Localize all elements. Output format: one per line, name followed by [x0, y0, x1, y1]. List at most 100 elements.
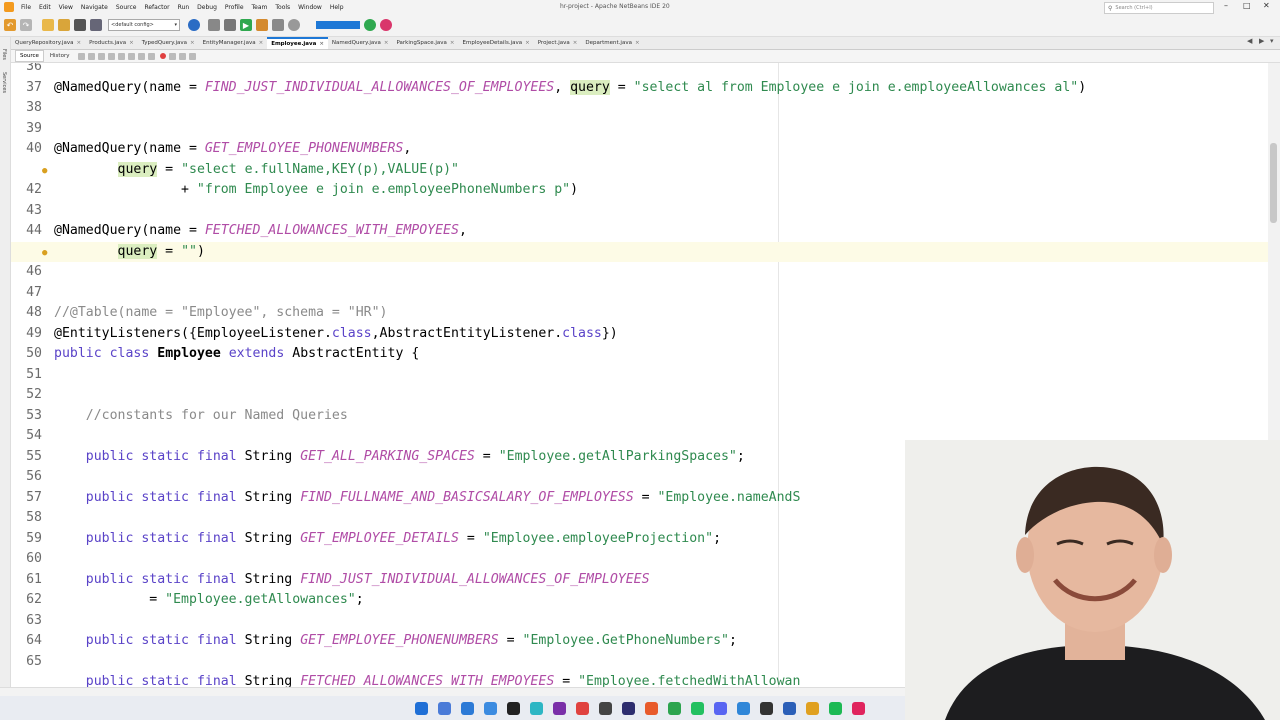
minimize-icon[interactable]: – — [1224, 1, 1228, 10]
last-edit-icon[interactable] — [78, 52, 86, 60]
back-icon[interactable] — [88, 52, 96, 60]
toggle-highlight-icon[interactable] — [128, 52, 136, 60]
code-line[interactable]: 44 @NamedQuery(name = FETCHED_ALLOWANCES_… — [11, 221, 1268, 242]
code-line[interactable]: 46 — [11, 262, 1268, 283]
close-icon[interactable]: × — [129, 40, 134, 46]
shift-left-icon[interactable] — [138, 52, 146, 60]
tab-query-repository[interactable]: QueryRepository.java × — [11, 37, 85, 49]
find-next-icon[interactable] — [118, 52, 126, 60]
intellij-icon[interactable] — [553, 701, 566, 715]
vscode-icon[interactable] — [737, 701, 750, 715]
code-line[interactable]: 40 @NamedQuery(name = GET_EMPLOYEE_PHONEN… — [11, 139, 1268, 160]
memory-bar[interactable] — [316, 21, 360, 29]
vlc-icon[interactable] — [806, 701, 819, 715]
profile-icon[interactable] — [272, 19, 284, 31]
config-select[interactable]: <default config> ▾ — [108, 19, 180, 31]
copilot-icon[interactable] — [438, 701, 451, 715]
code-line[interactable]: 53 //constants for our Named Queries — [11, 406, 1268, 427]
clean-build-icon[interactable] — [224, 19, 236, 31]
menu-navigate[interactable]: Navigate — [77, 4, 112, 11]
source-tab[interactable]: Source — [15, 50, 44, 62]
close-icon[interactable]: × — [190, 40, 195, 46]
tab-named-query[interactable]: NamedQuery.java × — [328, 37, 393, 49]
app-icon[interactable] — [760, 701, 773, 715]
menu-source[interactable]: Source — [112, 4, 141, 11]
obs-icon[interactable] — [622, 701, 635, 715]
uncomment-icon[interactable] — [189, 52, 197, 60]
close-icon[interactable]: × — [573, 40, 578, 46]
undo-icon[interactable]: ↶ — [4, 19, 16, 31]
start-icon[interactable] — [415, 701, 428, 715]
code-line[interactable]: 39 — [11, 119, 1268, 140]
find-previous-icon[interactable] — [108, 52, 116, 60]
close-icon[interactable]: × — [450, 40, 455, 46]
code-line[interactable]: 38 — [11, 98, 1268, 119]
stop-macro-icon[interactable] — [169, 52, 177, 60]
tab-typed-query[interactable]: TypedQuery.java × — [138, 37, 199, 49]
code-line[interactable]: 37 @NamedQuery(name = FIND_JUST_INDIVIDUA… — [11, 78, 1268, 99]
tab-scroll-right-icon[interactable]: ▶ — [1259, 37, 1264, 45]
redo-icon[interactable]: ↷ — [20, 19, 32, 31]
menu-debug[interactable]: Debug — [193, 4, 221, 11]
files-panel-tab[interactable]: Files — [1, 49, 7, 60]
code-line[interactable]: 43 — [11, 201, 1268, 222]
debug-icon[interactable] — [256, 19, 268, 31]
app-icon[interactable] — [783, 701, 796, 715]
menu-edit[interactable]: Edit — [35, 4, 55, 11]
code-line[interactable]: 42 + "from Employee e join e.employeePho… — [11, 180, 1268, 201]
spotify-icon[interactable] — [829, 701, 842, 715]
save-icon[interactable] — [74, 19, 86, 31]
gc-icon[interactable] — [288, 19, 300, 31]
menu-run[interactable]: Run — [174, 4, 194, 11]
new-project-icon[interactable] — [42, 19, 54, 31]
code-line[interactable]: 36 — [11, 63, 1268, 78]
tab-employee[interactable]: Employee.java × — [267, 37, 328, 49]
menu-refactor[interactable]: Refactor — [140, 4, 173, 11]
maximize-icon[interactable]: □ — [1243, 1, 1251, 10]
code-line[interactable]: 47 — [11, 283, 1268, 304]
close-icon[interactable]: × — [384, 40, 389, 46]
app-icon[interactable] — [852, 701, 865, 715]
globe-icon[interactable] — [188, 19, 200, 31]
search-field[interactable]: ⚲ Search (Ctrl+I) — [1104, 2, 1214, 14]
refresh-icon[interactable] — [364, 19, 376, 31]
run-icon[interactable]: ▶ — [240, 19, 252, 31]
tab-parking-space[interactable]: ParkingSpace.java × — [392, 37, 458, 49]
discord-icon[interactable] — [714, 701, 727, 715]
mail-icon[interactable] — [461, 701, 474, 715]
menu-profile[interactable]: Profile — [221, 4, 248, 11]
close-icon[interactable]: × — [319, 41, 324, 47]
browser-icon[interactable] — [484, 701, 497, 715]
terminal-icon[interactable] — [599, 701, 612, 715]
tab-list-icon[interactable]: ▾ — [1270, 37, 1274, 45]
brave-icon[interactable] — [645, 701, 658, 715]
code-line[interactable]: 48 //@Table(name = "Employee", schema = "… — [11, 303, 1268, 324]
tab-employee-details[interactable]: EmployeeDetails.java × — [459, 37, 534, 49]
tab-products[interactable]: Products.java × — [85, 37, 138, 49]
tab-project[interactable]: Project.java × — [534, 37, 582, 49]
code-line[interactable]: ● query = "select e.fullName,KEY(p),VALU… — [11, 160, 1268, 181]
build-icon[interactable] — [208, 19, 220, 31]
menu-tools[interactable]: Tools — [271, 4, 294, 11]
menu-view[interactable]: View — [55, 4, 77, 11]
shift-right-icon[interactable] — [148, 52, 156, 60]
close-icon[interactable]: × — [76, 40, 81, 46]
whatsapp-icon[interactable] — [691, 701, 704, 715]
comment-icon[interactable] — [179, 52, 187, 60]
close-icon[interactable]: × — [525, 40, 530, 46]
open-file-icon[interactable] — [58, 19, 70, 31]
services-panel-tab[interactable]: Services — [1, 72, 7, 93]
notion-icon[interactable] — [507, 701, 520, 715]
menu-window[interactable]: Window — [294, 4, 326, 11]
code-line[interactable]: 51 — [11, 365, 1268, 386]
app-icon[interactable] — [576, 701, 589, 715]
close-icon[interactable]: × — [259, 40, 264, 46]
tab-department[interactable]: Department.java × — [581, 37, 643, 49]
menu-file[interactable]: File — [17, 4, 35, 11]
scrollbar-thumb[interactable] — [1270, 143, 1277, 223]
chrome-icon[interactable] — [668, 701, 681, 715]
tab-entity-manager[interactable]: EntityManager.java × — [199, 37, 268, 49]
menu-help[interactable]: Help — [326, 4, 348, 11]
close-icon[interactable]: ✕ — [1263, 1, 1270, 10]
record-macro-icon[interactable] — [160, 53, 167, 59]
